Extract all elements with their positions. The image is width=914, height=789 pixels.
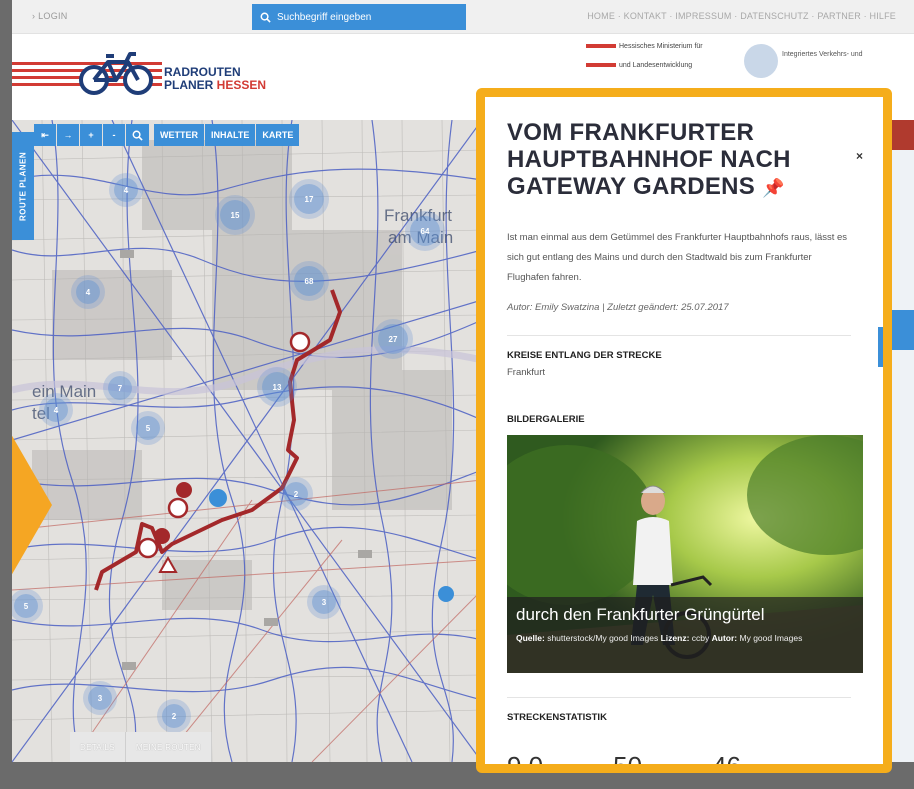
route-title: VOM FRANKFURTER HAUPTBAHNHOF NACH GATEWA… [507, 119, 791, 200]
caption-title: durch den Frankfurter Grüngürtel [516, 605, 765, 624]
map-cluster[interactable]: 68 [294, 266, 324, 296]
tab-details[interactable]: DETAILS [70, 732, 126, 762]
map-search-button[interactable] [126, 124, 149, 146]
route-meta: Autor: Emily Swatzina | Zuletzt geändert… [507, 302, 729, 313]
stats-heading: STRECKENSTATISTIK [507, 712, 607, 723]
search-icon [132, 130, 143, 141]
route-detail-content[interactable]: VOM FRANKFURTER HAUPTBAHNHOF NACH GATEWA… [485, 97, 883, 764]
map-toolbar: ⇤ → + - WETTER INHALTE KARTE [34, 124, 300, 146]
map-cluster[interactable]: 64 [410, 216, 440, 246]
forward-button[interactable]: → [57, 124, 79, 146]
panel-scrollbar[interactable] [878, 327, 883, 367]
map-cluster[interactable]: 15 [220, 200, 250, 230]
map-cluster[interactable]: 3 [312, 590, 336, 614]
pin-icon[interactable]: 📌 [762, 178, 785, 198]
ministry-logo[interactable]: Hessisches Ministerium für und Landesent… [586, 42, 706, 71]
kreise-heading: KREISE ENTLANG DER STRECKE [507, 350, 662, 361]
top-navigation[interactable]: HOME · KONTAKT · IMPRESSUM · DATENSCHUTZ… [587, 11, 896, 21]
route-planen-tab[interactable]: ROUTE PLANEN [12, 132, 34, 240]
tab-meine-routen[interactable]: MEINE ROUTEN [125, 732, 212, 762]
collapse-button[interactable]: ⇤ [34, 124, 56, 146]
search-placeholder: Suchbegriff eingeben [277, 11, 372, 23]
route-map[interactable]: ROUTE PLANEN ⇤ → + - WETTER INHALTE KART… [12, 120, 482, 762]
stat-descent: 46 [712, 751, 741, 764]
image-caption: durch den Frankfurter Grüngürtel Quelle:… [507, 597, 863, 673]
map-cluster[interactable]: 5 [14, 594, 38, 618]
site-logo[interactable]: RADROUTEN PLANER HESSEN [12, 44, 292, 104]
map-bottom-tabs: DETAILS MEINE ROUTEN [70, 732, 212, 762]
partner-seal-icon [744, 44, 778, 78]
image-gallery[interactable]: durch den Frankfurter Grüngürtel Quelle:… [507, 435, 863, 673]
map-cluster[interactable]: 4 [114, 178, 138, 202]
map-cluster[interactable]: 13 [262, 372, 292, 402]
bicycle-icon [79, 52, 153, 95]
map-cluster[interactable]: 4 [76, 280, 100, 304]
wetter-button[interactable]: WETTER [154, 124, 204, 146]
map-cluster[interactable]: 2 [284, 482, 308, 506]
side-strip [892, 120, 914, 762]
karte-button[interactable]: KARTE [256, 124, 300, 146]
map-cluster[interactable]: 4 [44, 398, 68, 422]
search-box[interactable]: Suchbegriff eingeben [252, 4, 466, 30]
map-label: ein Main [32, 382, 97, 401]
map-cluster[interactable]: 3 [88, 686, 112, 710]
stat-ascent: 50 [613, 751, 642, 764]
divider [507, 697, 851, 698]
kreise-value: Frankfurt [507, 367, 546, 378]
callout-arrow [12, 415, 52, 595]
route-description: Ist man einmal aus dem Getümmel des Fran… [507, 232, 848, 283]
map-cluster[interactable]: 27 [378, 324, 408, 354]
map-cluster[interactable]: 7 [108, 376, 132, 400]
divider [507, 335, 851, 336]
route-statistics: 9,0 50 46 [507, 751, 851, 764]
close-button[interactable]: × [856, 149, 863, 163]
caption-credit: Quelle: shutterstock/My good Images Lize… [516, 633, 803, 643]
login-link[interactable]: › LOGIN [32, 11, 68, 21]
search-icon [260, 12, 271, 23]
map-cluster[interactable]: 17 [294, 184, 324, 214]
map-cluster[interactable]: 2 [162, 704, 186, 728]
gallery-heading: BILDERGALERIE [507, 414, 585, 425]
zoom-out-button[interactable]: - [103, 124, 125, 146]
top-utility-bar: › LOGIN Suchbegriff eingeben HOME · KONT… [12, 0, 914, 34]
zoom-in-button[interactable]: + [80, 124, 102, 146]
stat-distance: 9,0 [507, 751, 543, 764]
route-detail-panel: VOM FRANKFURTER HAUPTBAHNHOF NACH GATEWA… [476, 88, 892, 773]
partner-logo-text[interactable]: Integriertes Verkehrs- und [782, 50, 892, 59]
inhalte-button[interactable]: INHALTE [205, 124, 256, 146]
logo-wordmark: RADROUTEN PLANER HESSEN [164, 65, 267, 92]
map-cluster[interactable]: 5 [136, 416, 160, 440]
